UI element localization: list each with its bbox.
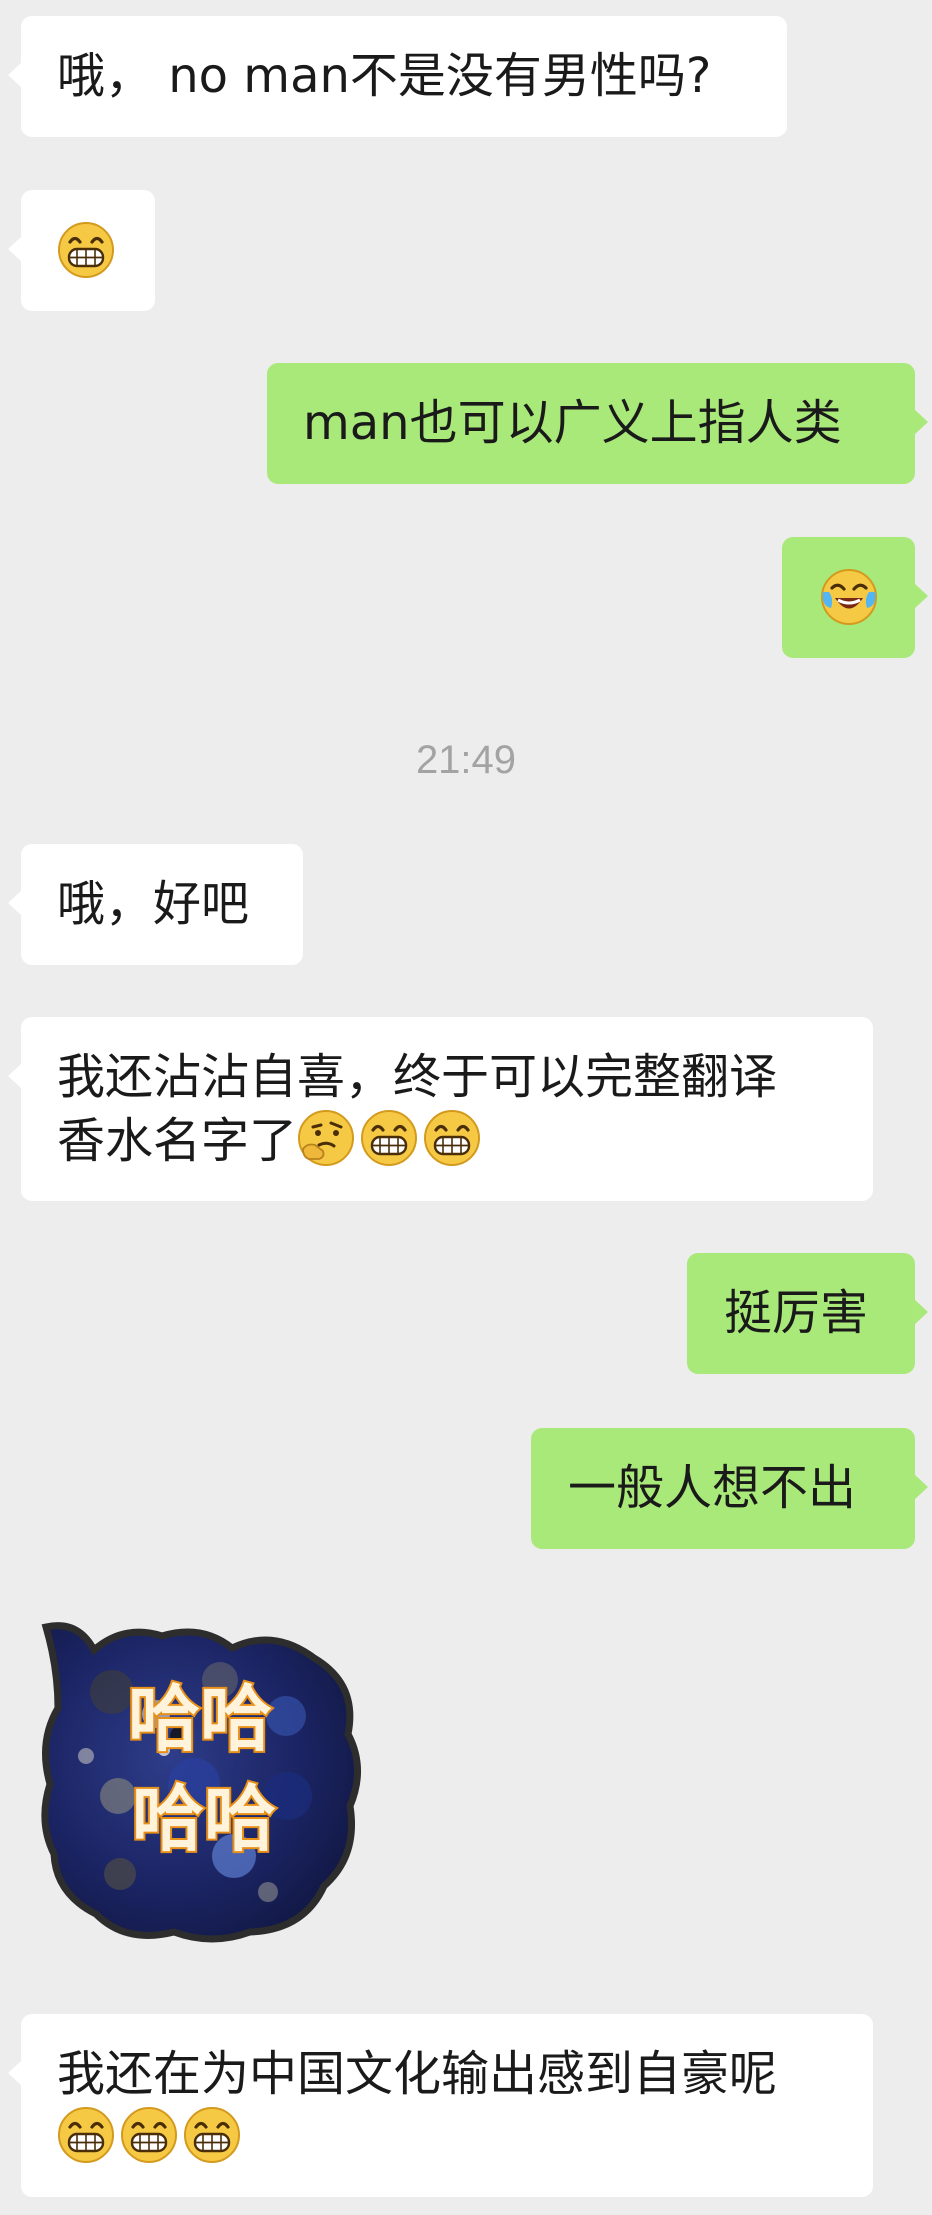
message-text-line-1: 我还沾沾自喜，终于可以完整翻译 (57, 1049, 778, 1105)
grin-icon (120, 2106, 178, 2164)
message-text: 一般人想不出 (568, 1460, 857, 1516)
grin-icon (360, 1109, 418, 1167)
grin-icon (57, 2106, 115, 2164)
grin-icon (183, 2106, 241, 2164)
message-text-line-1: 我还在为中国文化输出感到自豪呢 (57, 2046, 778, 2102)
message-text: 哦，好吧 (57, 876, 250, 932)
timestamp: 21:49 (415, 738, 517, 782)
grin-icon (423, 1109, 481, 1167)
message-text: man也可以广义上指人类 (303, 395, 842, 451)
incoming-message[interactable]: 我还在为中国文化输出感到自豪呢 (8, 2014, 873, 2197)
incoming-message[interactable]: 哦， no man不是没有男性吗? (8, 16, 787, 137)
haha-sticker[interactable]: 哈哈 哈哈 (38, 1618, 368, 1948)
outgoing-message[interactable]: 一般人想不出 (531, 1428, 928, 1549)
message-text: 挺厉害 (724, 1285, 869, 1341)
laugh-cry-icon (820, 568, 878, 626)
message-text: 香水名字了 (57, 1113, 298, 1169)
thinking-icon (297, 1109, 355, 1167)
outgoing-message[interactable]: 挺厉害 (687, 1253, 928, 1374)
sticker-text-top: 哈哈 (128, 1677, 272, 1761)
outgoing-emoji-message[interactable] (782, 537, 928, 658)
grin-emoji-icon (57, 221, 115, 279)
incoming-message[interactable]: 我还沾沾自喜，终于可以完整翻译 香水名字了 (8, 1017, 873, 1201)
sticker-text-bottom: 哈哈 (132, 1777, 276, 1861)
incoming-message[interactable]: 哦，好吧 (8, 844, 303, 965)
message-text-line-2: 香水名字了 (57, 1109, 843, 1173)
outgoing-message[interactable]: man也可以广义上指人类 (267, 363, 928, 484)
incoming-emoji-message[interactable] (8, 190, 155, 311)
message-text: 哦， no man不是没有男性吗? (57, 48, 712, 104)
emoji-row (57, 2106, 843, 2170)
